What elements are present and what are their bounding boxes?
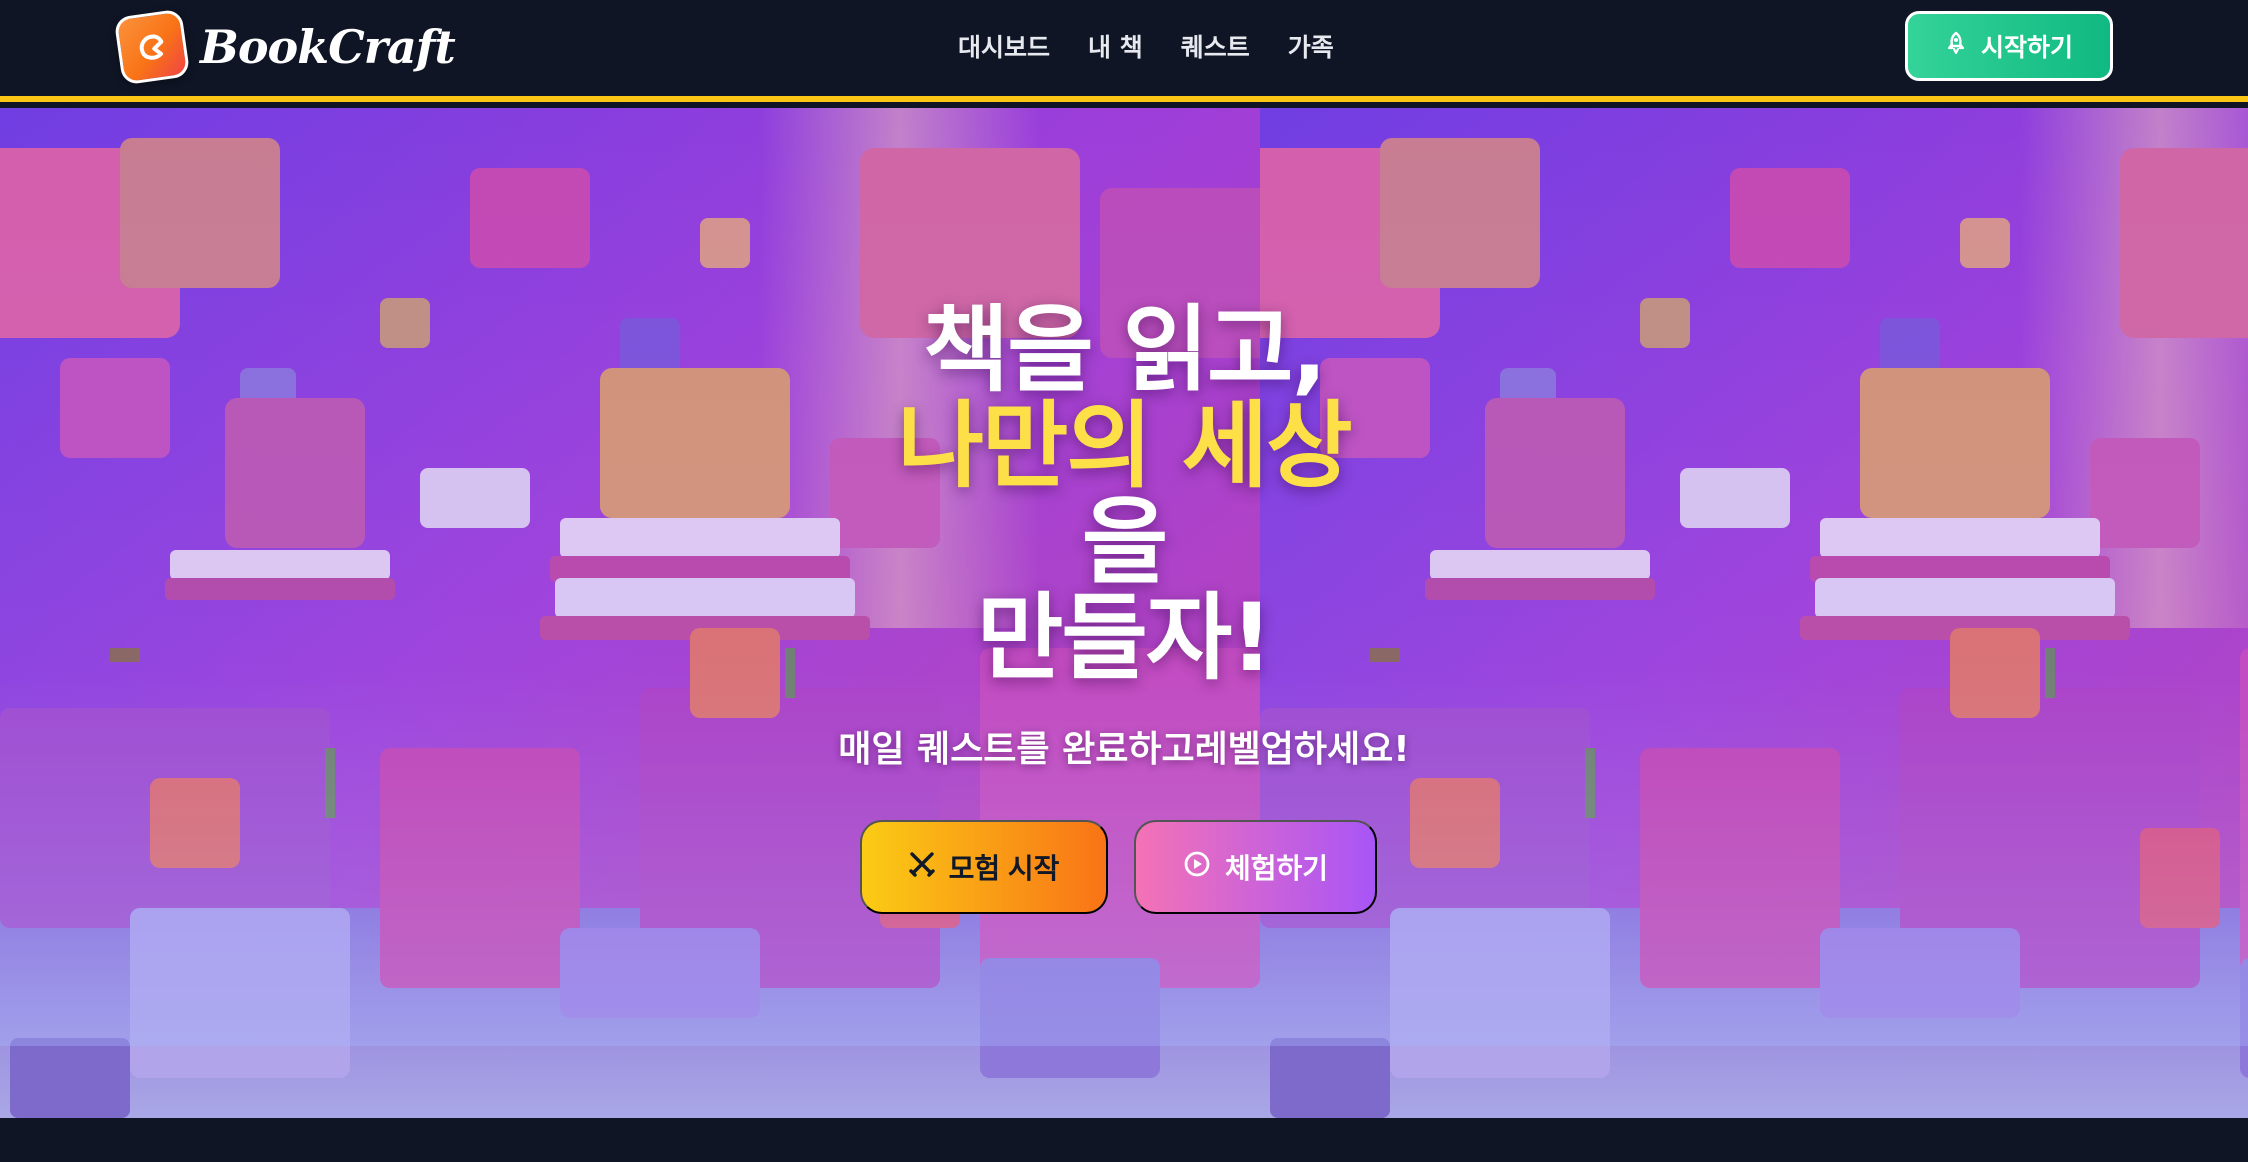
nav-link-my-books[interactable]: 내 책 xyxy=(1088,28,1143,64)
top-navigation: BookCraft 대시보드 내 책 퀘스트 가족 시작하기 xyxy=(0,0,2248,102)
headline-line-3: 을 xyxy=(1081,488,1168,597)
hero-headline: 책을 읽고, 나만의 세상 을 만들자! xyxy=(0,303,2248,687)
crossed-swords-icon xyxy=(908,851,935,884)
brand-name: BookCraft xyxy=(200,20,456,74)
nav-link-dashboard[interactable]: 대시보드 xyxy=(958,28,1050,64)
nav-link-quests[interactable]: 퀘스트 xyxy=(1181,28,1250,64)
brand-logo[interactable]: BookCraft xyxy=(113,8,456,86)
try-it-label: 체험하기 xyxy=(1224,853,1329,884)
hero-subtitle: 매일 퀘스트를 완료하고레벨업하세요! xyxy=(838,729,1410,770)
play-circle-icon xyxy=(1183,850,1211,885)
logo-badge-icon xyxy=(113,8,191,86)
page-bottom-bar xyxy=(0,1118,2248,1162)
headline-line-1: 책을 읽고, xyxy=(922,296,1327,405)
start-adventure-button[interactable]: 모험 시작 xyxy=(860,820,1108,914)
main-menu: 대시보드 내 책 퀘스트 가족 xyxy=(958,28,1334,64)
headline-line-2-highlight: 나만의 세상 xyxy=(897,392,1352,501)
headline-line-4: 만들자! xyxy=(976,584,1273,693)
try-it-button[interactable]: 체험하기 xyxy=(1134,820,1377,914)
hero-section: 책을 읽고, 나만의 세상 을 만들자! 매일 퀘스트를 완료하고레벨업하세요!… xyxy=(0,108,2248,1118)
rocket-icon xyxy=(1945,31,1967,62)
nav-link-family[interactable]: 가족 xyxy=(1288,28,1334,64)
start-button[interactable]: 시작하기 xyxy=(1905,11,2113,81)
start-button-label: 시작하기 xyxy=(1980,34,2073,62)
start-adventure-label: 모험 시작 xyxy=(948,853,1060,884)
